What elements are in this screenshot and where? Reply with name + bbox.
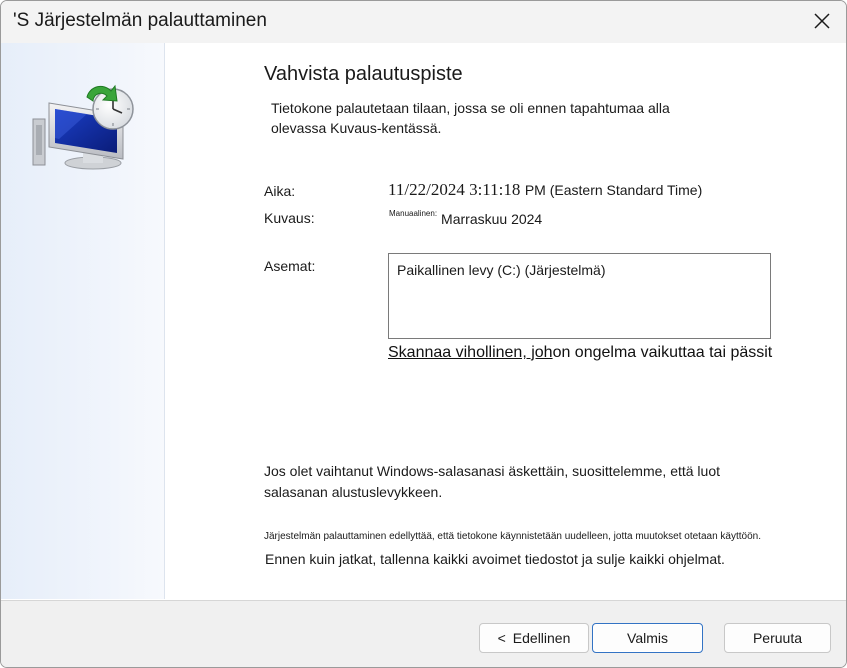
chevron-left-icon: < — [497, 630, 506, 646]
close-button[interactable] — [804, 4, 840, 38]
time-value: 11/22/2024 3:11:18 PM (Eastern Standard … — [388, 180, 702, 200]
scan-link-rest: on ongelma vaikuttaa tai pässit — [552, 344, 773, 361]
description-text: Marraskuu 2024 — [441, 211, 543, 227]
back-button-label: Edellinen — [512, 630, 571, 646]
cancel-button[interactable]: Peruuta — [724, 623, 831, 653]
drives-list[interactable]: Paikallinen levy (C:) (Järjestelmä) — [388, 253, 771, 339]
description-value: Manuaalinen: Marraskuu 2024 — [389, 209, 542, 227]
system-restore-window: 'S Järjestelmän palauttaminen Vahvista p… — [0, 0, 847, 668]
cancel-button-label: Peruuta — [752, 630, 803, 646]
close-icon — [814, 13, 830, 29]
window-title: 'S Järjestelmän palauttaminen — [13, 10, 267, 31]
drives-label: Asemat: — [264, 258, 316, 274]
restart-note: Järjestelmän palauttaminen edellyttää, e… — [264, 531, 761, 542]
back-button[interactable]: < Edellinen — [479, 623, 589, 653]
button-bar: < Edellinen Valmis Peruuta — [1, 600, 846, 667]
finish-button[interactable]: Valmis — [592, 623, 703, 653]
sidebar-panel — [1, 43, 165, 599]
list-item[interactable]: Paikallinen levy (C:) (Järjestelmä) — [397, 262, 606, 278]
scan-link-underlined: Skannaa vihollinen, joh — [388, 344, 553, 361]
finish-button-label: Valmis — [627, 630, 668, 646]
time-label: Aika: — [264, 183, 296, 199]
title-bar: 'S Järjestelmän palauttaminen — [1, 1, 846, 43]
system-restore-icon — [32, 84, 134, 170]
time-date: 11/22/2024 3:11:18 — [388, 180, 521, 199]
intro-text: Tietokone palautetaan tilaan, jossa se o… — [271, 100, 670, 136]
content-area: Vahvista palautuspiste Tietokone palaute… — [165, 43, 846, 599]
password-note: Jos olet vaihtanut Windows-salasanasi äs… — [264, 463, 721, 500]
description-prefix: Manuaalinen: — [389, 209, 438, 218]
page-title: Vahvista palautuspiste — [264, 63, 463, 85]
time-zone: PM (Eastern Standard Time) — [524, 182, 703, 198]
description-label: Kuvaus: — [264, 210, 315, 226]
save-note: Ennen kuin jatkat, tallenna kaikki avoim… — [265, 551, 725, 567]
scan-affected-programs-link[interactable]: Skannaa vihollinen, johon ongelma vaikut… — [388, 344, 772, 362]
